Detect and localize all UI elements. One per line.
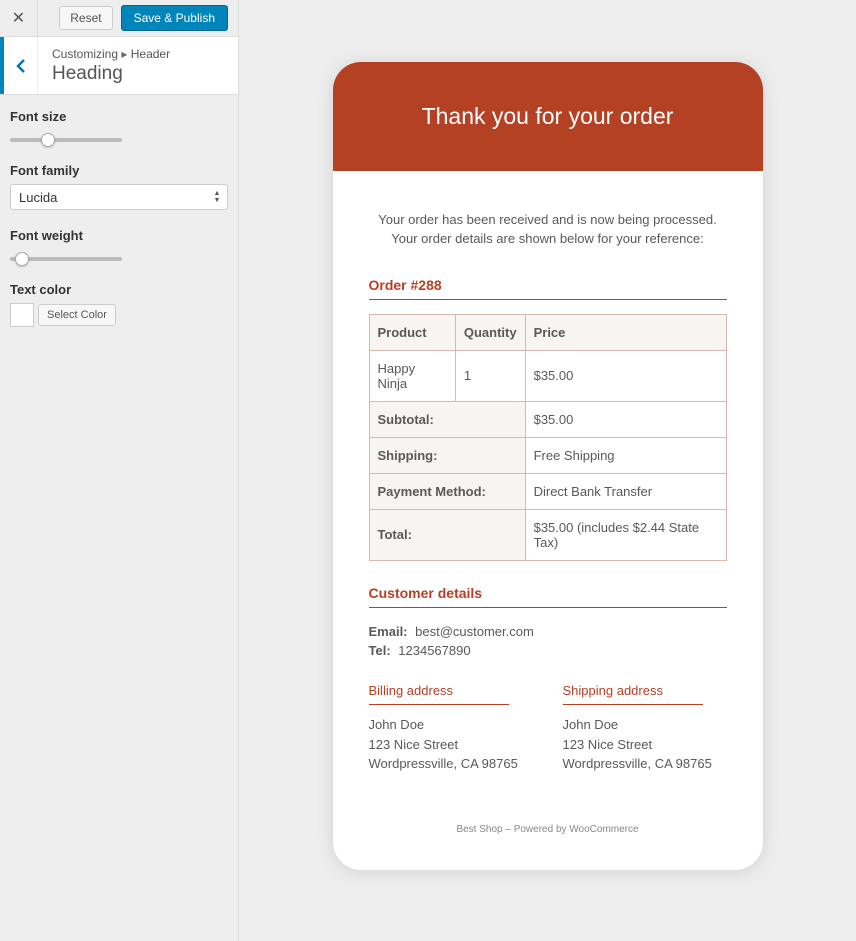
email-preview: Thank you for your order Your order has … <box>333 62 763 870</box>
control-font-size: Font size <box>10 109 228 145</box>
billing-address: Billing address John Doe 123 Nice Street… <box>369 681 533 774</box>
reset-button[interactable]: Reset <box>59 6 112 30</box>
address-columns: Billing address John Doe 123 Nice Street… <box>369 681 727 774</box>
text-color-label: Text color <box>10 282 228 297</box>
control-text-color: Text color Select Color <box>10 282 228 327</box>
order-table: Product Quantity Price Happy Ninja 1 $35… <box>369 314 727 561</box>
font-weight-label: Font weight <box>10 228 228 243</box>
order-heading: Order #288 <box>369 277 727 300</box>
close-icon[interactable]: ✕ <box>0 0 38 37</box>
customer-details: Email: best@customer.com Tel: 1234567890 <box>369 622 727 661</box>
email-header: Thank you for your order <box>333 62 763 171</box>
billing-heading: Billing address <box>369 681 509 706</box>
save-publish-button[interactable]: Save & Publish <box>121 5 228 31</box>
page-title: Heading <box>52 63 170 85</box>
email-header-text: Thank you for your order <box>422 103 674 130</box>
controls-list: Font size Font family ▲▼ Font weight Tex… <box>0 95 238 359</box>
shipping-heading: Shipping address <box>563 681 703 706</box>
font-size-label: Font size <box>10 109 228 124</box>
control-font-weight: Font weight <box>10 228 228 264</box>
font-weight-slider[interactable] <box>10 257 122 261</box>
col-price: Price <box>525 314 726 350</box>
select-color-button[interactable]: Select Color <box>38 304 116 326</box>
back-icon[interactable] <box>0 37 38 94</box>
font-family-label: Font family <box>10 163 228 178</box>
preview-area: Thank you for your order Your order has … <box>239 0 856 941</box>
customizer-panel: ✕ Reset Save & Publish Customizing ▸ Hea… <box>0 0 239 941</box>
table-row: Payment Method: Direct Bank Transfer <box>369 473 726 509</box>
panel-top-bar: ✕ Reset Save & Publish <box>0 0 238 37</box>
table-row: Product Quantity Price <box>369 314 726 350</box>
table-row: Total: $35.00 (includes $2.44 State Tax) <box>369 509 726 560</box>
table-row: Happy Ninja 1 $35.00 <box>369 350 726 401</box>
customer-heading: Customer details <box>369 585 727 608</box>
email-footer: Best Shop – Powered by WooCommerce <box>369 824 727 835</box>
color-swatch[interactable] <box>10 303 34 327</box>
control-font-family: Font family ▲▼ <box>10 163 228 210</box>
email-body: Your order has been received and is now … <box>333 171 763 855</box>
table-row: Shipping: Free Shipping <box>369 437 726 473</box>
col-qty: Quantity <box>455 314 525 350</box>
font-size-slider[interactable] <box>10 138 122 142</box>
breadcrumb: Customizing ▸ Header Heading <box>0 37 238 95</box>
font-family-select[interactable] <box>10 184 228 210</box>
intro-text: Your order has been received and is now … <box>369 211 727 249</box>
breadcrumb-path: Customizing ▸ Header <box>52 47 170 61</box>
chevron-right-icon: ▸ <box>121 47 130 61</box>
col-product: Product <box>369 314 455 350</box>
shipping-address: Shipping address John Doe 123 Nice Stree… <box>563 681 727 774</box>
table-row: Subtotal: $35.00 <box>369 401 726 437</box>
